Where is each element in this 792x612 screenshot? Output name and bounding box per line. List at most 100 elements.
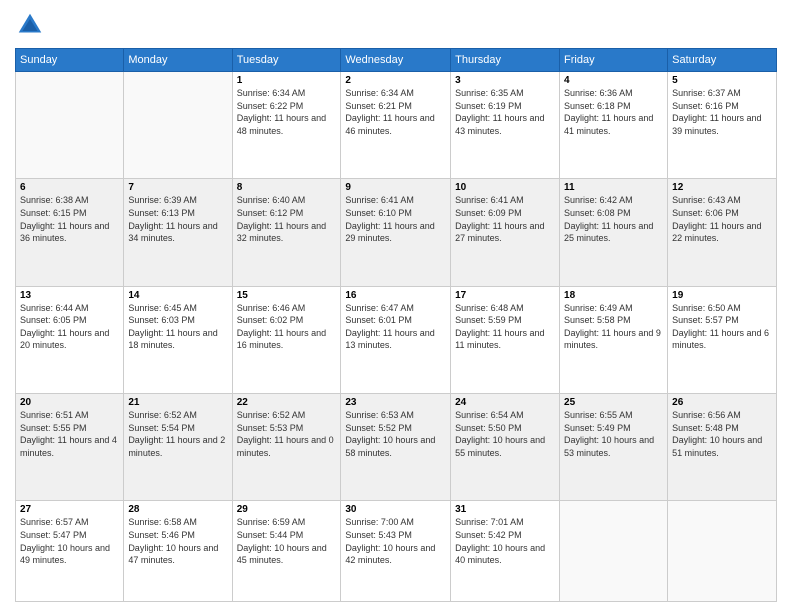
day-number: 26 (672, 397, 772, 408)
day-number: 13 (20, 290, 119, 301)
calendar-cell: 5Sunrise: 6:37 AMSunset: 6:16 PMDaylight… (668, 72, 777, 179)
calendar-cell: 27Sunrise: 6:57 AMSunset: 5:47 PMDayligh… (16, 501, 124, 602)
calendar-cell: 24Sunrise: 6:54 AMSunset: 5:50 PMDayligh… (451, 393, 560, 500)
day-number: 9 (345, 182, 446, 193)
calendar-cell: 16Sunrise: 6:47 AMSunset: 6:01 PMDayligh… (341, 286, 451, 393)
day-number: 12 (672, 182, 772, 193)
day-number: 10 (455, 182, 555, 193)
day-info: Sunrise: 6:50 AMSunset: 5:57 PMDaylight:… (672, 302, 772, 352)
day-number: 23 (345, 397, 446, 408)
day-info: Sunrise: 6:49 AMSunset: 5:58 PMDaylight:… (564, 302, 663, 352)
day-info: Sunrise: 7:01 AMSunset: 5:42 PMDaylight:… (455, 516, 555, 566)
weekday-header: Sunday (16, 49, 124, 72)
day-info: Sunrise: 6:37 AMSunset: 6:16 PMDaylight:… (672, 87, 772, 137)
day-number: 30 (345, 504, 446, 515)
calendar-cell: 11Sunrise: 6:42 AMSunset: 6:08 PMDayligh… (560, 179, 668, 286)
weekday-header: Saturday (668, 49, 777, 72)
day-number: 2 (345, 75, 446, 86)
weekday-header: Wednesday (341, 49, 451, 72)
day-number: 5 (672, 75, 772, 86)
day-number: 15 (237, 290, 337, 301)
day-info: Sunrise: 6:43 AMSunset: 6:06 PMDaylight:… (672, 194, 772, 244)
day-number: 1 (237, 75, 337, 86)
calendar-cell (560, 501, 668, 602)
day-number: 18 (564, 290, 663, 301)
calendar-cell: 12Sunrise: 6:43 AMSunset: 6:06 PMDayligh… (668, 179, 777, 286)
day-info: Sunrise: 6:52 AMSunset: 5:53 PMDaylight:… (237, 409, 337, 459)
day-info: Sunrise: 6:41 AMSunset: 6:09 PMDaylight:… (455, 194, 555, 244)
day-info: Sunrise: 6:53 AMSunset: 5:52 PMDaylight:… (345, 409, 446, 459)
calendar-cell: 3Sunrise: 6:35 AMSunset: 6:19 PMDaylight… (451, 72, 560, 179)
header (15, 10, 777, 40)
day-number: 31 (455, 504, 555, 515)
calendar-cell: 20Sunrise: 6:51 AMSunset: 5:55 PMDayligh… (16, 393, 124, 500)
day-number: 7 (128, 182, 227, 193)
calendar-cell: 30Sunrise: 7:00 AMSunset: 5:43 PMDayligh… (341, 501, 451, 602)
calendar-cell: 25Sunrise: 6:55 AMSunset: 5:49 PMDayligh… (560, 393, 668, 500)
calendar-cell: 10Sunrise: 6:41 AMSunset: 6:09 PMDayligh… (451, 179, 560, 286)
weekday-header: Tuesday (232, 49, 341, 72)
calendar-cell: 6Sunrise: 6:38 AMSunset: 6:15 PMDaylight… (16, 179, 124, 286)
calendar-cell (124, 72, 232, 179)
calendar-cell: 8Sunrise: 6:40 AMSunset: 6:12 PMDaylight… (232, 179, 341, 286)
day-info: Sunrise: 6:41 AMSunset: 6:10 PMDaylight:… (345, 194, 446, 244)
calendar-cell: 23Sunrise: 6:53 AMSunset: 5:52 PMDayligh… (341, 393, 451, 500)
day-number: 24 (455, 397, 555, 408)
logo (15, 10, 49, 40)
day-info: Sunrise: 6:46 AMSunset: 6:02 PMDaylight:… (237, 302, 337, 352)
day-info: Sunrise: 6:45 AMSunset: 6:03 PMDaylight:… (128, 302, 227, 352)
day-info: Sunrise: 6:39 AMSunset: 6:13 PMDaylight:… (128, 194, 227, 244)
calendar-cell: 9Sunrise: 6:41 AMSunset: 6:10 PMDaylight… (341, 179, 451, 286)
day-info: Sunrise: 6:44 AMSunset: 6:05 PMDaylight:… (20, 302, 119, 352)
day-info: Sunrise: 6:57 AMSunset: 5:47 PMDaylight:… (20, 516, 119, 566)
calendar-cell: 17Sunrise: 6:48 AMSunset: 5:59 PMDayligh… (451, 286, 560, 393)
calendar-cell: 26Sunrise: 6:56 AMSunset: 5:48 PMDayligh… (668, 393, 777, 500)
calendar-cell (668, 501, 777, 602)
day-info: Sunrise: 6:58 AMSunset: 5:46 PMDaylight:… (128, 516, 227, 566)
weekday-header: Thursday (451, 49, 560, 72)
day-info: Sunrise: 6:42 AMSunset: 6:08 PMDaylight:… (564, 194, 663, 244)
calendar-cell: 31Sunrise: 7:01 AMSunset: 5:42 PMDayligh… (451, 501, 560, 602)
day-info: Sunrise: 6:40 AMSunset: 6:12 PMDaylight:… (237, 194, 337, 244)
day-number: 17 (455, 290, 555, 301)
calendar-cell: 29Sunrise: 6:59 AMSunset: 5:44 PMDayligh… (232, 501, 341, 602)
day-number: 16 (345, 290, 446, 301)
day-number: 29 (237, 504, 337, 515)
day-number: 20 (20, 397, 119, 408)
calendar-cell: 18Sunrise: 6:49 AMSunset: 5:58 PMDayligh… (560, 286, 668, 393)
calendar-cell: 2Sunrise: 6:34 AMSunset: 6:21 PMDaylight… (341, 72, 451, 179)
day-info: Sunrise: 6:48 AMSunset: 5:59 PMDaylight:… (455, 302, 555, 352)
day-number: 14 (128, 290, 227, 301)
calendar-cell: 7Sunrise: 6:39 AMSunset: 6:13 PMDaylight… (124, 179, 232, 286)
calendar-cell: 19Sunrise: 6:50 AMSunset: 5:57 PMDayligh… (668, 286, 777, 393)
day-number: 28 (128, 504, 227, 515)
calendar-week-row: 1Sunrise: 6:34 AMSunset: 6:22 PMDaylight… (16, 72, 777, 179)
day-info: Sunrise: 6:47 AMSunset: 6:01 PMDaylight:… (345, 302, 446, 352)
calendar-cell: 22Sunrise: 6:52 AMSunset: 5:53 PMDayligh… (232, 393, 341, 500)
day-info: Sunrise: 6:51 AMSunset: 5:55 PMDaylight:… (20, 409, 119, 459)
calendar-cell (16, 72, 124, 179)
calendar-week-row: 6Sunrise: 6:38 AMSunset: 6:15 PMDaylight… (16, 179, 777, 286)
day-info: Sunrise: 7:00 AMSunset: 5:43 PMDaylight:… (345, 516, 446, 566)
weekday-header-row: SundayMondayTuesdayWednesdayThursdayFrid… (16, 49, 777, 72)
calendar-cell: 28Sunrise: 6:58 AMSunset: 5:46 PMDayligh… (124, 501, 232, 602)
day-number: 4 (564, 75, 663, 86)
calendar-cell: 1Sunrise: 6:34 AMSunset: 6:22 PMDaylight… (232, 72, 341, 179)
calendar-cell: 13Sunrise: 6:44 AMSunset: 6:05 PMDayligh… (16, 286, 124, 393)
day-number: 3 (455, 75, 555, 86)
day-info: Sunrise: 6:55 AMSunset: 5:49 PMDaylight:… (564, 409, 663, 459)
day-info: Sunrise: 6:59 AMSunset: 5:44 PMDaylight:… (237, 516, 337, 566)
day-number: 27 (20, 504, 119, 515)
calendar-cell: 14Sunrise: 6:45 AMSunset: 6:03 PMDayligh… (124, 286, 232, 393)
weekday-header: Monday (124, 49, 232, 72)
day-number: 22 (237, 397, 337, 408)
day-number: 11 (564, 182, 663, 193)
day-info: Sunrise: 6:54 AMSunset: 5:50 PMDaylight:… (455, 409, 555, 459)
day-number: 21 (128, 397, 227, 408)
day-number: 6 (20, 182, 119, 193)
day-info: Sunrise: 6:34 AMSunset: 6:21 PMDaylight:… (345, 87, 446, 137)
calendar-cell: 4Sunrise: 6:36 AMSunset: 6:18 PMDaylight… (560, 72, 668, 179)
page: SundayMondayTuesdayWednesdayThursdayFrid… (0, 0, 792, 612)
weekday-header: Friday (560, 49, 668, 72)
day-info: Sunrise: 6:56 AMSunset: 5:48 PMDaylight:… (672, 409, 772, 459)
